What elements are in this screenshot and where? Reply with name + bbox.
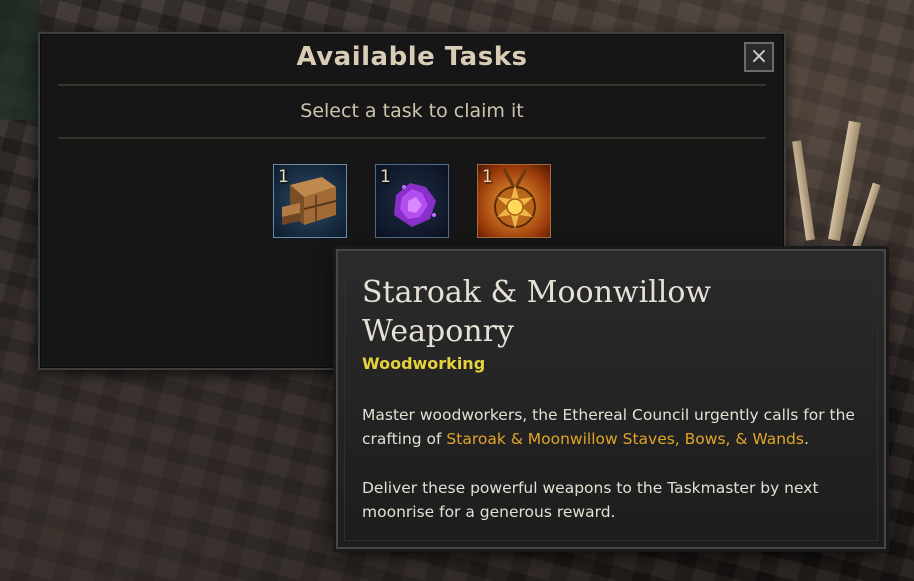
panel-title: Available Tasks — [296, 42, 528, 72]
close-button[interactable]: × — [744, 42, 774, 72]
slot-count: 1 — [278, 167, 289, 187]
tooltip-instructions: Deliver these powerful weapons to the Ta… — [362, 479, 819, 521]
task-tooltip: Staroak & Moonwillow Weaponry Woodworkin… — [336, 249, 886, 549]
foliage-background — [0, 0, 40, 120]
tooltip-title: Staroak & Moonwillow Weaponry — [362, 275, 712, 349]
panel-subtitle: Select a task to claim it — [300, 100, 524, 122]
slot-count: 1 — [380, 167, 391, 187]
task-slot-amulet[interactable]: 1 — [477, 164, 551, 238]
task-slot-crystal[interactable]: 1 — [375, 164, 449, 238]
slot-count: 1 — [482, 167, 493, 187]
tooltip-description: Master woodworkers, the Ethereal Council… — [362, 403, 867, 451]
description-end: . — [803, 430, 809, 448]
title-divider — [58, 84, 766, 86]
highlighted-items: Staroak & Moonwillow Staves, Bows, & Wan… — [446, 430, 804, 448]
task-slot-woodworking[interactable]: 1 — [273, 164, 347, 238]
close-icon: × — [749, 44, 769, 69]
tooltip-category: Woodworking — [362, 354, 486, 373]
subtitle-divider — [58, 137, 766, 139]
